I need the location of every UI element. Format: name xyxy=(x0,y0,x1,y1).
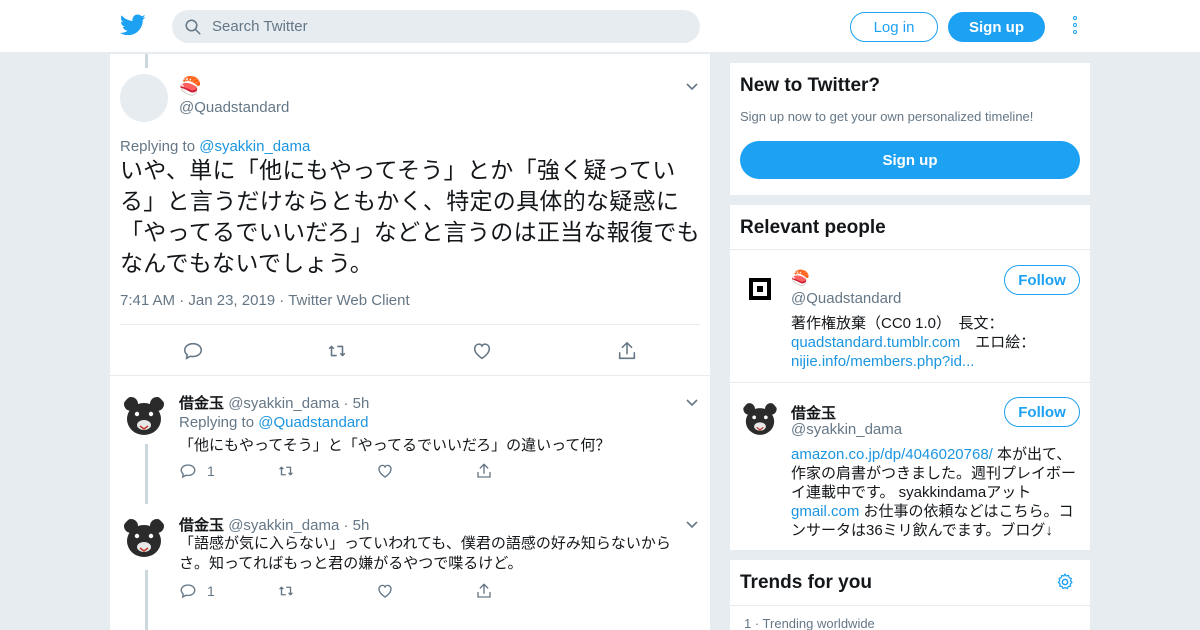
like-heart-icon xyxy=(378,584,392,598)
tweet-thread: 🍣 @Quadstandard Replying to @syakkin_dam… xyxy=(110,54,710,630)
tweet-date[interactable]: Jan 23, 2019 xyxy=(188,292,275,309)
avatar[interactable] xyxy=(740,269,780,309)
relevant-people-card: Relevant people 🍣 @Quadstandard Follow 著… xyxy=(730,205,1090,550)
tweet-time[interactable]: 7:41 AM xyxy=(120,292,175,309)
reply-tweet: 借金玉 @syakkin_dama · 5h 「語感が気に入らない」っていわれて… xyxy=(110,504,710,630)
avatar[interactable] xyxy=(120,74,168,122)
bio-text: 著作権放棄（CC0 1.0） 長文： xyxy=(791,315,1004,332)
bio-link[interactable]: quadstandard.tumblr.com xyxy=(791,334,960,351)
top-bar: Log in Sign up xyxy=(0,0,1200,53)
author-name[interactable]: 🍣 xyxy=(179,76,201,97)
login-button[interactable]: Log in xyxy=(850,12,938,42)
divider xyxy=(730,605,1090,606)
reply-icon xyxy=(180,584,196,599)
bio-link[interactable]: nijie.info/members.php?id... xyxy=(791,353,974,370)
tweet-time[interactable]: 5h xyxy=(353,395,370,412)
chevron-down-icon[interactable] xyxy=(685,398,699,408)
share-icon xyxy=(477,463,491,478)
tweet-text: 「他にもやってそう」と「やってるでいいだろ」の違いって何？ xyxy=(179,437,611,454)
tweet-time[interactable]: 5h xyxy=(353,517,370,534)
replying-to-label: Replying to xyxy=(120,138,196,155)
twitter-logo-icon[interactable] xyxy=(120,12,146,38)
avatar[interactable] xyxy=(120,392,168,440)
person-name[interactable]: 借金玉 xyxy=(791,402,836,423)
follow-button[interactable]: Follow xyxy=(1004,397,1080,427)
bear-avatar-icon xyxy=(120,514,168,562)
retweet-icon xyxy=(279,586,293,596)
tweet-metadata: 7:41 AM · Jan 23, 2019 · Twitter Web Cli… xyxy=(120,292,410,309)
avatar[interactable] xyxy=(120,514,168,562)
reply-icon xyxy=(180,464,196,479)
follow-button[interactable]: Follow xyxy=(1004,265,1080,295)
card-title: Relevant people xyxy=(740,217,886,238)
chevron-down-icon[interactable] xyxy=(685,82,699,92)
bear-avatar-icon xyxy=(740,399,780,439)
person-bio: amazon.co.jp/dp/4046020768/ 本が出て、作家の肩書がつ… xyxy=(791,445,1081,540)
new-to-twitter-card: New to Twitter? Sign up now to get your … xyxy=(730,63,1090,195)
like-action[interactable] xyxy=(376,581,394,601)
trend-item[interactable]: 1 · Trending worldwide xyxy=(744,616,875,630)
square-logo-icon xyxy=(740,269,780,309)
thread-connector-line xyxy=(145,570,148,630)
author-name[interactable]: 借金玉 xyxy=(179,395,224,412)
reply-count: 1 xyxy=(207,463,215,479)
author-name[interactable]: 借金玉 xyxy=(179,517,224,534)
search-input[interactable] xyxy=(212,18,672,35)
reply-count: 1 xyxy=(207,583,215,599)
tweet-client: Twitter Web Client xyxy=(288,292,410,309)
person-item: 借金玉 @syakkin_dama Follow amazon.co.jp/dp… xyxy=(730,382,1090,550)
replying-to: Replying to @syakkin_dama xyxy=(120,138,310,155)
reply-tweet: 借金玉 @syakkin_dama · 5h Replying to @Quad… xyxy=(110,376,710,504)
tweet-text: いや、単に「他にもやってそう」とか「強く疑っている」と言うだけならともかく、特定… xyxy=(120,157,700,276)
avatar[interactable] xyxy=(740,399,780,439)
retweet-action[interactable] xyxy=(277,581,295,601)
like-heart-icon[interactable] xyxy=(471,340,493,362)
card-subtitle: Sign up now to get your own personalized… xyxy=(740,109,1034,124)
card-title: Trends for you xyxy=(740,572,872,593)
retweet-icon[interactable] xyxy=(326,340,348,362)
bio-text: エロ絵： xyxy=(960,334,1036,351)
replying-to: Replying to @Quadstandard xyxy=(179,414,369,431)
reply-icon[interactable] xyxy=(182,340,204,362)
person-handle[interactable]: @syakkin_dama xyxy=(791,421,902,438)
retweet-action[interactable] xyxy=(277,461,295,481)
reply-header: 借金玉 @syakkin_dama · 5h xyxy=(179,395,370,412)
reply-header: 借金玉 @syakkin_dama · 5h xyxy=(179,517,370,534)
author-handle[interactable]: @Quadstandard xyxy=(179,99,289,116)
reply-action[interactable]: 1 xyxy=(179,581,215,601)
share-icon xyxy=(477,583,491,598)
card-title: New to Twitter? xyxy=(740,75,881,96)
gear-icon[interactable] xyxy=(1055,572,1075,592)
more-menu-icon[interactable] xyxy=(1070,16,1080,38)
share-action[interactable] xyxy=(475,461,493,481)
author-handle[interactable]: @syakkin_dama xyxy=(228,517,339,534)
signup-button[interactable]: Sign up xyxy=(740,141,1080,179)
person-name[interactable]: 🍣 xyxy=(791,269,810,287)
replying-to-label: Replying to xyxy=(179,414,255,431)
tweet-text: 「語感が気に入らない」っていわれても、僕君の語感の好み知らないからさ。知ってれば… xyxy=(179,535,671,572)
search-icon xyxy=(185,19,201,34)
like-heart-icon xyxy=(378,464,392,478)
search-bar[interactable] xyxy=(172,10,700,43)
like-action[interactable] xyxy=(376,461,394,481)
bear-avatar-icon xyxy=(120,392,168,440)
replying-to-link[interactable]: @syakkin_dama xyxy=(199,138,310,155)
person-bio: 著作権放棄（CC0 1.0） 長文： quadstandard.tumblr.co… xyxy=(791,314,1081,371)
tweet-actions xyxy=(120,324,700,376)
replying-to-link[interactable]: @Quadstandard xyxy=(258,414,368,431)
reply-action[interactable]: 1 xyxy=(179,461,215,481)
chevron-down-icon[interactable] xyxy=(685,520,699,530)
trends-card: Trends for you 1 · Trending worldwide xyxy=(730,560,1090,630)
share-icon[interactable] xyxy=(616,340,638,362)
author-handle[interactable]: @syakkin_dama xyxy=(228,395,339,412)
bio-link[interactable]: amazon.co.jp/dp/4046020768/ xyxy=(791,446,993,463)
signup-button[interactable]: Sign up xyxy=(948,12,1045,42)
retweet-icon xyxy=(279,466,293,476)
main-tweet: 🍣 @Quadstandard Replying to @syakkin_dam… xyxy=(110,54,710,376)
thread-connector-line xyxy=(145,444,148,504)
bio-link[interactable]: gmail.com xyxy=(791,503,859,520)
person-item: 🍣 @Quadstandard Follow 著作権放棄（CC0 1.0） 長文… xyxy=(730,249,1090,382)
person-handle[interactable]: @Quadstandard xyxy=(791,290,901,307)
share-action[interactable] xyxy=(475,581,493,601)
